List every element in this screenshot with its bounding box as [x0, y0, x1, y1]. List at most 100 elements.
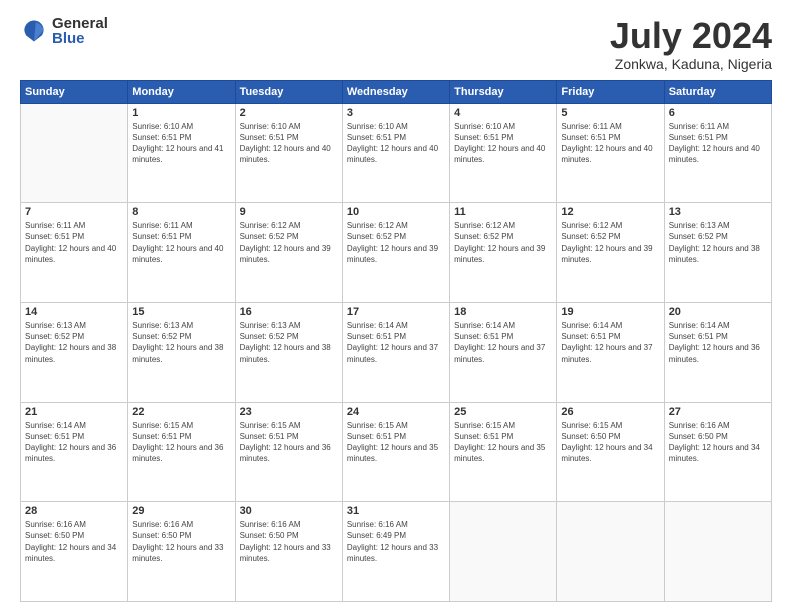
- day-number: 2: [240, 107, 338, 119]
- table-row: 3 Sunrise: 6:10 AM Sunset: 6:51 PM Dayli…: [342, 103, 449, 203]
- sunrise-text: Sunrise: 6:11 AM: [132, 221, 192, 230]
- daylight-text: Daylight: 12 hours and 33 minutes.: [132, 543, 223, 563]
- day-number: 20: [669, 306, 767, 318]
- daylight-text: Daylight: 12 hours and 39 minutes.: [561, 244, 652, 264]
- daylight-text: Daylight: 12 hours and 38 minutes.: [669, 244, 760, 264]
- sunrise-text: Sunrise: 6:14 AM: [347, 321, 408, 330]
- day-info: Sunrise: 6:14 AM Sunset: 6:51 PM Dayligh…: [25, 420, 123, 465]
- daylight-text: Daylight: 12 hours and 38 minutes.: [25, 343, 116, 363]
- day-info: Sunrise: 6:12 AM Sunset: 6:52 PM Dayligh…: [347, 220, 445, 265]
- day-number: 25: [454, 406, 552, 418]
- table-row: 29 Sunrise: 6:16 AM Sunset: 6:50 PM Dayl…: [128, 502, 235, 602]
- daylight-text: Daylight: 12 hours and 40 minutes.: [132, 244, 223, 264]
- day-number: 10: [347, 206, 445, 218]
- sunrise-text: Sunrise: 6:13 AM: [669, 221, 730, 230]
- day-info: Sunrise: 6:15 AM Sunset: 6:51 PM Dayligh…: [240, 420, 338, 465]
- daylight-text: Daylight: 12 hours and 36 minutes.: [240, 443, 331, 463]
- sunset-text: Sunset: 6:51 PM: [454, 133, 513, 142]
- sunrise-text: Sunrise: 6:14 AM: [561, 321, 622, 330]
- sunset-text: Sunset: 6:52 PM: [454, 232, 513, 241]
- day-number: 26: [561, 406, 659, 418]
- sunrise-text: Sunrise: 6:10 AM: [132, 122, 193, 131]
- header-saturday: Saturday: [664, 80, 771, 103]
- table-row: [664, 502, 771, 602]
- sunset-text: Sunset: 6:51 PM: [454, 332, 513, 341]
- sunset-text: Sunset: 6:51 PM: [347, 332, 406, 341]
- sunset-text: Sunset: 6:52 PM: [25, 332, 84, 341]
- table-row: 28 Sunrise: 6:16 AM Sunset: 6:50 PM Dayl…: [21, 502, 128, 602]
- daylight-text: Daylight: 12 hours and 37 minutes.: [561, 343, 652, 363]
- sunset-text: Sunset: 6:52 PM: [132, 332, 191, 341]
- table-row: 2 Sunrise: 6:10 AM Sunset: 6:51 PM Dayli…: [235, 103, 342, 203]
- day-number: 1: [132, 107, 230, 119]
- daylight-text: Daylight: 12 hours and 36 minutes.: [669, 343, 760, 363]
- day-info: Sunrise: 6:12 AM Sunset: 6:52 PM Dayligh…: [561, 220, 659, 265]
- table-row: 5 Sunrise: 6:11 AM Sunset: 6:51 PM Dayli…: [557, 103, 664, 203]
- table-row: 9 Sunrise: 6:12 AM Sunset: 6:52 PM Dayli…: [235, 203, 342, 303]
- daylight-text: Daylight: 12 hours and 36 minutes.: [25, 443, 116, 463]
- header-friday: Friday: [557, 80, 664, 103]
- table-row: 12 Sunrise: 6:12 AM Sunset: 6:52 PM Dayl…: [557, 203, 664, 303]
- day-number: 31: [347, 505, 445, 517]
- day-info: Sunrise: 6:14 AM Sunset: 6:51 PM Dayligh…: [669, 320, 767, 365]
- day-number: 24: [347, 406, 445, 418]
- day-info: Sunrise: 6:11 AM Sunset: 6:51 PM Dayligh…: [132, 220, 230, 265]
- sunrise-text: Sunrise: 6:14 AM: [25, 421, 86, 430]
- daylight-text: Daylight: 12 hours and 34 minutes.: [669, 443, 760, 463]
- table-row: 11 Sunrise: 6:12 AM Sunset: 6:52 PM Dayl…: [450, 203, 557, 303]
- table-row: [450, 502, 557, 602]
- daylight-text: Daylight: 12 hours and 41 minutes.: [132, 144, 223, 164]
- table-row: 31 Sunrise: 6:16 AM Sunset: 6:49 PM Dayl…: [342, 502, 449, 602]
- day-info: Sunrise: 6:13 AM Sunset: 6:52 PM Dayligh…: [25, 320, 123, 365]
- day-number: 8: [132, 206, 230, 218]
- sunrise-text: Sunrise: 6:12 AM: [454, 221, 515, 230]
- day-number: 5: [561, 107, 659, 119]
- calendar-week-row: 21 Sunrise: 6:14 AM Sunset: 6:51 PM Dayl…: [21, 402, 772, 502]
- daylight-text: Daylight: 12 hours and 40 minutes.: [240, 144, 331, 164]
- calendar-week-row: 1 Sunrise: 6:10 AM Sunset: 6:51 PM Dayli…: [21, 103, 772, 203]
- sunrise-text: Sunrise: 6:11 AM: [25, 221, 85, 230]
- table-row: 7 Sunrise: 6:11 AM Sunset: 6:51 PM Dayli…: [21, 203, 128, 303]
- sunset-text: Sunset: 6:52 PM: [240, 332, 299, 341]
- day-number: 11: [454, 206, 552, 218]
- sunrise-text: Sunrise: 6:14 AM: [669, 321, 730, 330]
- location-text: Zonkwa, Kaduna, Nigeria: [610, 56, 772, 72]
- sunset-text: Sunset: 6:51 PM: [669, 332, 728, 341]
- sunrise-text: Sunrise: 6:13 AM: [25, 321, 86, 330]
- sunset-text: Sunset: 6:51 PM: [132, 232, 191, 241]
- day-info: Sunrise: 6:10 AM Sunset: 6:51 PM Dayligh…: [240, 121, 338, 166]
- day-info: Sunrise: 6:16 AM Sunset: 6:50 PM Dayligh…: [240, 519, 338, 564]
- logo-general-text: General: [52, 16, 108, 31]
- day-number: 29: [132, 505, 230, 517]
- day-number: 23: [240, 406, 338, 418]
- sunset-text: Sunset: 6:51 PM: [669, 133, 728, 142]
- day-info: Sunrise: 6:14 AM Sunset: 6:51 PM Dayligh…: [454, 320, 552, 365]
- sunset-text: Sunset: 6:52 PM: [561, 232, 620, 241]
- daylight-text: Daylight: 12 hours and 35 minutes.: [347, 443, 438, 463]
- sunrise-text: Sunrise: 6:12 AM: [240, 221, 301, 230]
- day-info: Sunrise: 6:15 AM Sunset: 6:50 PM Dayligh…: [561, 420, 659, 465]
- sunrise-text: Sunrise: 6:16 AM: [25, 520, 86, 529]
- day-number: 16: [240, 306, 338, 318]
- day-info: Sunrise: 6:13 AM Sunset: 6:52 PM Dayligh…: [669, 220, 767, 265]
- sunset-text: Sunset: 6:50 PM: [669, 432, 728, 441]
- daylight-text: Daylight: 12 hours and 39 minutes.: [454, 244, 545, 264]
- sunset-text: Sunset: 6:51 PM: [25, 232, 84, 241]
- logo: General Blue: [20, 16, 108, 46]
- daylight-text: Daylight: 12 hours and 39 minutes.: [347, 244, 438, 264]
- sunset-text: Sunset: 6:49 PM: [347, 531, 406, 540]
- table-row: 6 Sunrise: 6:11 AM Sunset: 6:51 PM Dayli…: [664, 103, 771, 203]
- sunset-text: Sunset: 6:51 PM: [132, 133, 191, 142]
- table-row: 15 Sunrise: 6:13 AM Sunset: 6:52 PM Dayl…: [128, 302, 235, 402]
- day-number: 22: [132, 406, 230, 418]
- sunset-text: Sunset: 6:51 PM: [132, 432, 191, 441]
- sunset-text: Sunset: 6:50 PM: [25, 531, 84, 540]
- sunrise-text: Sunrise: 6:16 AM: [347, 520, 408, 529]
- day-info: Sunrise: 6:16 AM Sunset: 6:50 PM Dayligh…: [669, 420, 767, 465]
- header-thursday: Thursday: [450, 80, 557, 103]
- table-row: 10 Sunrise: 6:12 AM Sunset: 6:52 PM Dayl…: [342, 203, 449, 303]
- daylight-text: Daylight: 12 hours and 34 minutes.: [561, 443, 652, 463]
- day-number: 12: [561, 206, 659, 218]
- sunrise-text: Sunrise: 6:10 AM: [454, 122, 515, 131]
- day-info: Sunrise: 6:13 AM Sunset: 6:52 PM Dayligh…: [240, 320, 338, 365]
